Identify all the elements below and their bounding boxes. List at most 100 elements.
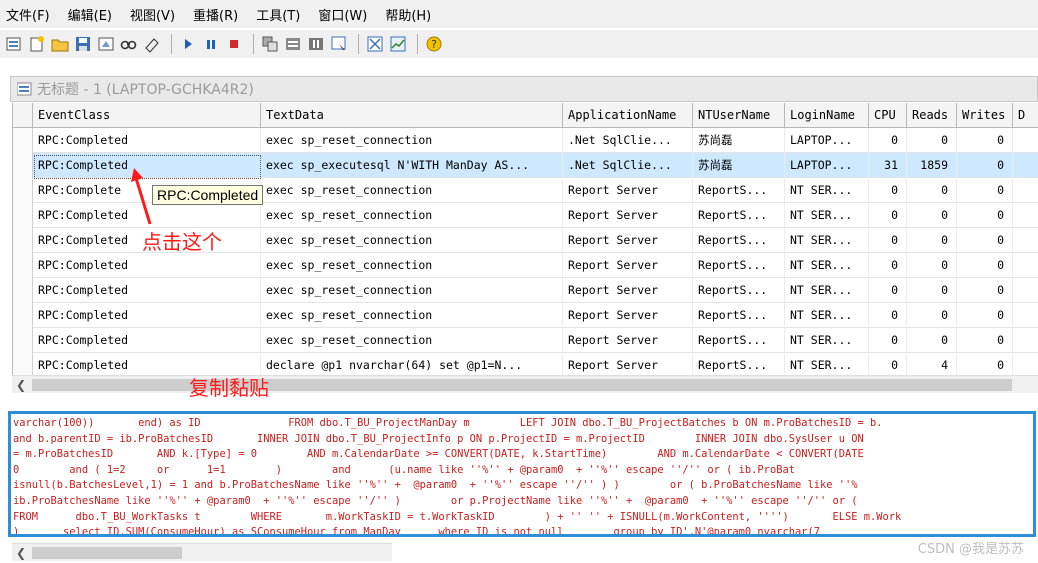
row-selector[interactable] (13, 253, 33, 278)
cell-ntusername[interactable]: ReportS... (693, 328, 785, 353)
cell-reads[interactable]: 4 (907, 353, 957, 375)
cell-loginname[interactable]: LAPTOP... (785, 128, 869, 153)
cell-writes[interactable]: 0 (957, 178, 1013, 203)
column-header-textdata[interactable]: TextData (261, 103, 563, 128)
row-selector[interactable] (13, 328, 33, 353)
cell-reads[interactable]: 0 (907, 178, 957, 203)
cell-reads[interactable]: 1859 (907, 153, 957, 178)
column-header-ntusername[interactable]: NTUserName (693, 103, 785, 128)
column-header-cpu[interactable]: CPU (869, 103, 907, 128)
cell-loginname[interactable]: NT SER... (785, 278, 869, 303)
cell-textdata[interactable]: exec sp_reset_connection (261, 278, 563, 303)
trace-window-title[interactable]: 无标题 - 1 (LAPTOP-GCHKA4R2) (10, 76, 1038, 102)
cell-cpu[interactable]: 0 (869, 278, 907, 303)
stop-icon[interactable] (224, 34, 244, 54)
cell-cpu[interactable]: 0 (869, 178, 907, 203)
scroll-left-icon[interactable]: ❮ (12, 376, 30, 394)
cell-applicationname[interactable]: Report Server (563, 278, 693, 303)
find-icon[interactable] (119, 34, 139, 54)
break-icon[interactable] (306, 34, 326, 54)
cell-loginname[interactable]: NT SER... (785, 228, 869, 253)
open-icon[interactable] (50, 34, 70, 54)
cell-writes[interactable]: 0 (957, 128, 1013, 153)
menu-edit[interactable]: 编辑(E) (68, 5, 112, 24)
cell-ntusername[interactable]: ReportS... (693, 228, 785, 253)
replay-icon[interactable] (329, 34, 349, 54)
row-selector[interactable] (13, 353, 33, 375)
cell-cpu[interactable]: 0 (869, 128, 907, 153)
cell-ntusername[interactable]: ReportS... (693, 303, 785, 328)
cell-loginname[interactable]: NT SER... (785, 253, 869, 278)
cell-textdata[interactable]: exec sp_reset_connection (261, 328, 563, 353)
textdata-horizontal-scrollbar[interactable]: ❮ (12, 543, 392, 561)
table-row[interactable]: RPC:Completed exec sp_reset_connection Rep… (13, 278, 1038, 303)
cell-textdata[interactable]: exec sp_reset_connection (261, 178, 563, 203)
cell-textdata[interactable]: exec sp_reset_connection (261, 253, 563, 278)
cell-textdata[interactable]: exec sp_executesql N'WITH ManDay AS... (261, 153, 563, 178)
cell-applicationname[interactable]: Report Server (563, 303, 693, 328)
clear-icon[interactable] (142, 34, 162, 54)
cell-applicationname[interactable]: Report Server (563, 178, 693, 203)
cell-loginname[interactable]: NT SER... (785, 353, 869, 375)
column-header-applicationname[interactable]: ApplicationName (563, 103, 693, 128)
cell-ntusername[interactable]: 苏尚磊 (693, 153, 785, 178)
column-header-eventclass[interactable]: EventClass (33, 103, 261, 128)
cell-writes[interactable]: 0 (957, 203, 1013, 228)
cell-cpu[interactable]: 0 (869, 353, 907, 375)
menu-window[interactable]: 窗口(W) (318, 5, 367, 24)
cell-loginname[interactable]: LAPTOP... (785, 153, 869, 178)
cell-applicationname[interactable]: .Net SqlClie... (563, 153, 693, 178)
cell-applicationname[interactable]: Report Server (563, 228, 693, 253)
cell-cpu[interactable]: 0 (869, 228, 907, 253)
textdata-panel[interactable]: varchar(100)) end) as ID FROM dbo.T_BU_P… (8, 411, 1036, 537)
cell-loginname[interactable]: NT SER... (785, 203, 869, 228)
column-header-extra[interactable]: D (1013, 103, 1038, 128)
cell-writes[interactable]: 0 (957, 153, 1013, 178)
properties-icon[interactable] (96, 34, 116, 54)
menu-view[interactable]: 视图(V) (130, 5, 175, 24)
goto-icon[interactable] (283, 34, 303, 54)
new-trace-icon[interactable] (4, 34, 24, 54)
cell-eventclass[interactable]: RPC:Completed (33, 303, 261, 328)
cell-eventclass[interactable]: RPC:Completed (33, 278, 261, 303)
cell-cpu[interactable]: 0 (869, 303, 907, 328)
cell-loginname[interactable]: NT SER... (785, 178, 869, 203)
cell-applicationname[interactable]: Report Server (563, 203, 693, 228)
cell-ntusername[interactable]: 苏尚磊 (693, 128, 785, 153)
cell-applicationname[interactable]: Report Server (563, 353, 693, 375)
table-row[interactable]: RPC:Completed declare @p1 nvarchar(64) se… (13, 353, 1038, 375)
columns-icon[interactable] (365, 34, 385, 54)
row-selector[interactable] (13, 303, 33, 328)
cell-eventclass[interactable]: RPC:Completed (33, 253, 261, 278)
cell-cpu[interactable]: 0 (869, 253, 907, 278)
cell-eventclass[interactable]: RPC:Completed (33, 128, 261, 153)
row-selector[interactable] (13, 228, 33, 253)
table-row[interactable]: RPC:Completed exec sp_reset_connection .Ne… (13, 128, 1038, 153)
cell-applicationname[interactable]: Report Server (563, 328, 693, 353)
table-row[interactable]: RPC:Completed exec sp_reset_connection Rep… (13, 303, 1038, 328)
column-header-loginname[interactable]: LoginName (785, 103, 869, 128)
cell-cpu[interactable]: 0 (869, 203, 907, 228)
column-header-writes[interactable]: Writes (957, 103, 1013, 128)
cell-reads[interactable]: 0 (907, 303, 957, 328)
cell-textdata[interactable]: exec sp_reset_connection (261, 228, 563, 253)
row-selector[interactable] (13, 278, 33, 303)
menu-replay[interactable]: 重播(R) (193, 5, 238, 24)
menu-file[interactable]: 文件(F) (6, 5, 50, 24)
step-icon[interactable] (260, 34, 280, 54)
cell-applicationname[interactable]: Report Server (563, 253, 693, 278)
row-selector[interactable] (13, 178, 33, 203)
cell-writes[interactable]: 0 (957, 253, 1013, 278)
cell-writes[interactable]: 0 (957, 228, 1013, 253)
cell-textdata[interactable]: exec sp_reset_connection (261, 203, 563, 228)
cell-cpu[interactable]: 0 (869, 328, 907, 353)
cell-cpu[interactable]: 31 (869, 153, 907, 178)
chart-icon[interactable] (388, 34, 408, 54)
scroll-thumb[interactable] (32, 547, 182, 559)
cell-ntusername[interactable]: ReportS... (693, 203, 785, 228)
cell-writes[interactable]: 0 (957, 353, 1013, 375)
row-selector[interactable] (13, 153, 33, 178)
menu-help[interactable]: 帮助(H) (385, 5, 431, 24)
cell-reads[interactable]: 0 (907, 253, 957, 278)
cell-applicationname[interactable]: .Net SqlClie... (563, 128, 693, 153)
